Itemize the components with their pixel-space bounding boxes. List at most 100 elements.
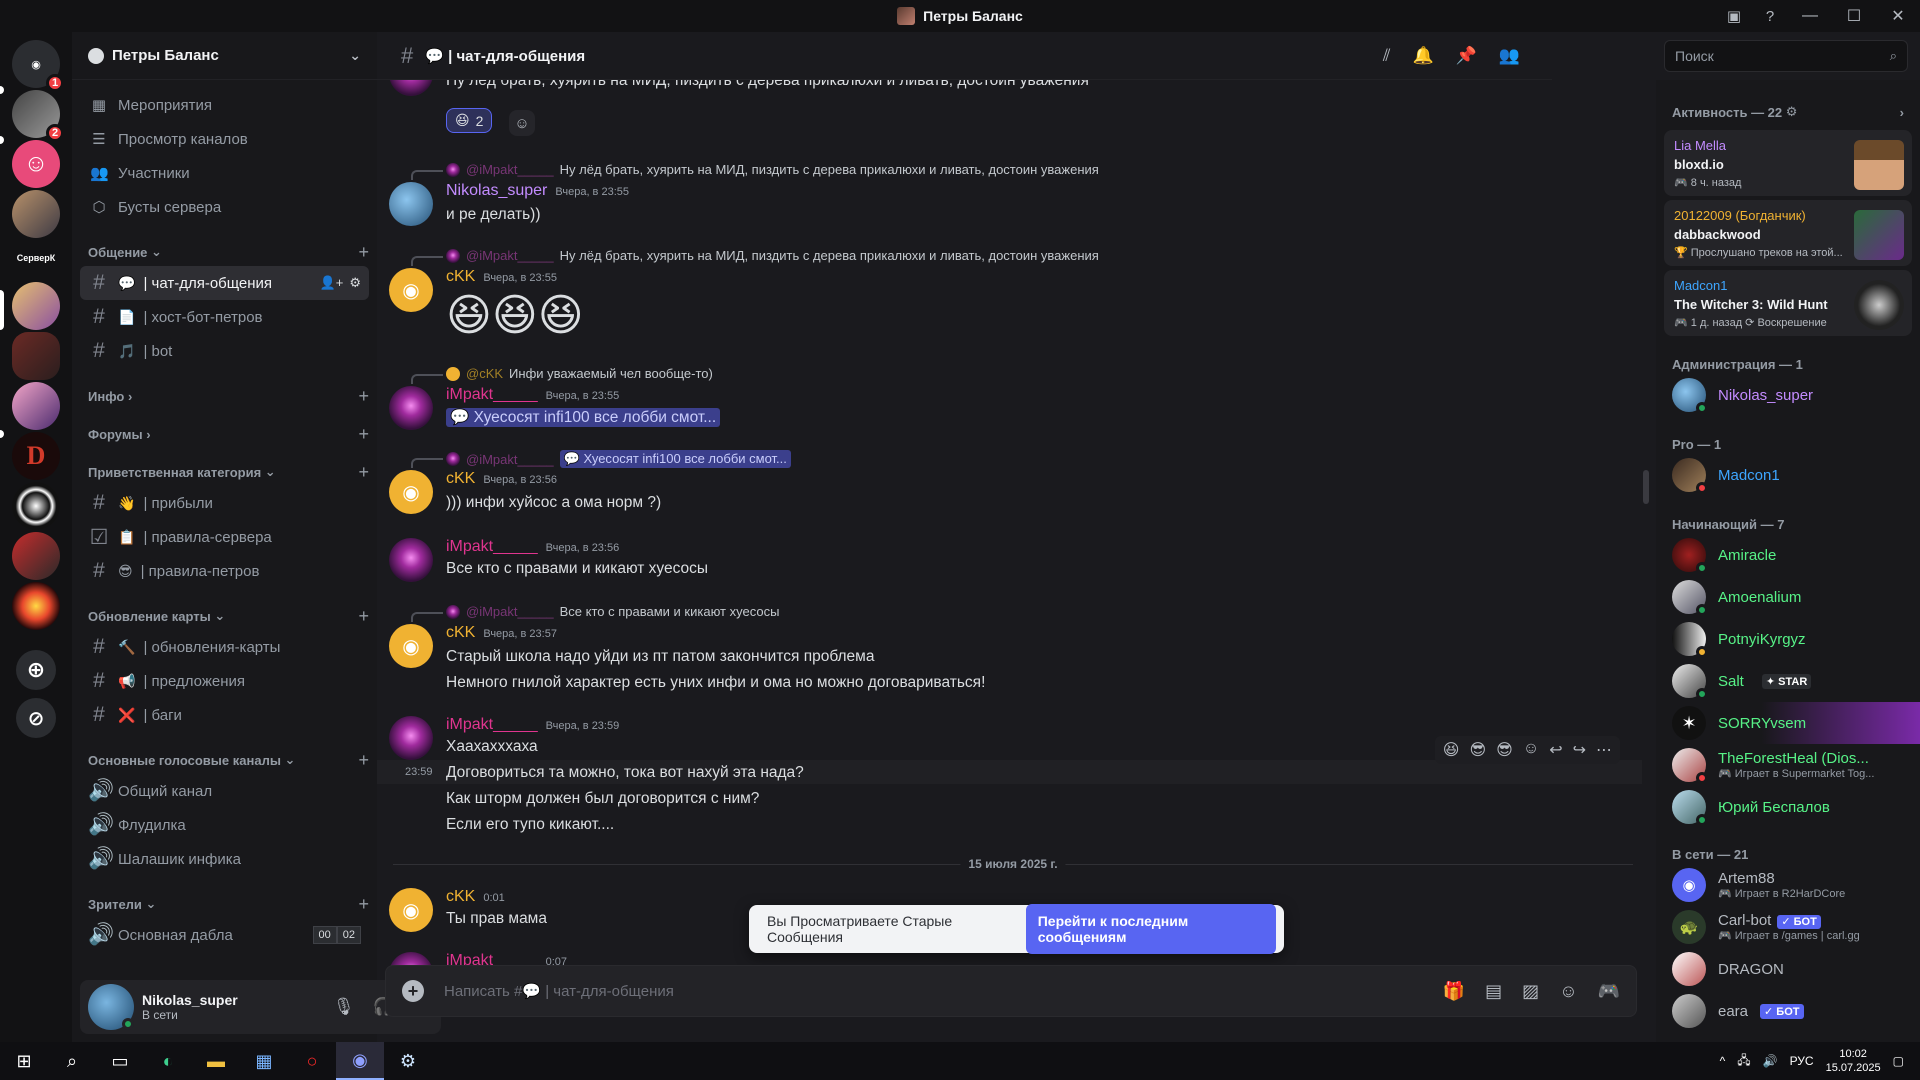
maximize-button[interactable]: ☐ xyxy=(1832,0,1876,32)
chevron-up-icon[interactable]: ^ xyxy=(1720,1054,1726,1068)
forward-icon[interactable]: ↪ xyxy=(1573,740,1586,760)
add-server-icon[interactable]: ⊕ xyxy=(16,650,56,690)
opera-icon[interactable]: ○ xyxy=(288,1042,336,1080)
explore-icon[interactable]: ⊘ xyxy=(16,698,56,738)
composer-placeholder[interactable]: Написать #💬 | чат-для-общения xyxy=(444,982,674,1000)
server-header[interactable]: Петры Баланс ⌄ xyxy=(72,32,377,80)
task-view-icon[interactable]: ▭ xyxy=(96,1042,144,1080)
avatar[interactable]: ◉ xyxy=(389,624,433,668)
jump-to-present-button[interactable]: Перейти к последним сообщениям xyxy=(1025,904,1276,954)
invite-icon[interactable]: 👤+ xyxy=(320,275,344,291)
member-list-icon[interactable]: 👥 xyxy=(1499,46,1520,66)
avatar[interactable]: ◉ xyxy=(389,470,433,514)
attach-plus-icon[interactable]: + xyxy=(402,980,424,1002)
bell-icon[interactable]: 🔔 xyxy=(1412,46,1433,66)
reply-preview[interactable]: @iMpakt_____ 💬 Хуесосят infi100 все лобби… xyxy=(446,450,791,468)
member-item[interactable]: TheForestHeal (Dios... 🎮 Играет в Superma… xyxy=(1656,744,1920,786)
server-icon[interactable]: ☺ xyxy=(12,140,60,188)
store-icon[interactable]: ▦ xyxy=(240,1042,288,1080)
server-icon[interactable] xyxy=(12,582,60,630)
server-icon[interactable]: 2 xyxy=(12,90,64,142)
search-input[interactable]: Поиск ⌕ xyxy=(1664,40,1908,72)
add-channel-icon[interactable]: + xyxy=(358,424,369,445)
channel-suggestions[interactable]: # 📢 | предложения xyxy=(80,664,369,698)
category-viewers[interactable]: Зрители ⌄ + xyxy=(88,894,369,914)
category-welcome[interactable]: Приветственная категория ⌄ + xyxy=(88,462,369,482)
add-channel-icon[interactable]: + xyxy=(358,462,369,483)
channel-chat[interactable]: # 💬 | чат-для-общения 👤+ ⚙ xyxy=(80,266,369,300)
add-reaction-icon[interactable]: ☺ xyxy=(509,110,535,136)
sticker-icon[interactable]: ▨ xyxy=(1522,981,1539,1002)
scrollbar-thumb[interactable] xyxy=(1643,470,1649,504)
channel-link[interactable]: 💬 Хуесосят infi100 все лобби смот... xyxy=(446,408,721,427)
gear-icon[interactable]: ⚙ xyxy=(349,275,361,291)
member-item[interactable]: eara ✓ БОТ xyxy=(1656,990,1920,1032)
channel-bugs[interactable]: # ❌ | баги xyxy=(80,698,369,732)
add-channel-icon[interactable]: + xyxy=(358,386,369,407)
avatar[interactable] xyxy=(389,80,433,96)
clock[interactable]: 10:02 15.07.2025 xyxy=(1826,1047,1881,1076)
nav-events[interactable]: ▦ Мероприятия xyxy=(80,88,369,122)
server-icon[interactable] xyxy=(12,382,60,430)
channel-arrived[interactable]: # 👋 | прибыли xyxy=(80,486,369,520)
network-icon[interactable]: 🖧 xyxy=(1737,1051,1750,1072)
voice-channel-general[interactable]: 🔊 Общий канал xyxy=(80,774,369,808)
edge-icon[interactable]: ◐ xyxy=(144,1042,192,1080)
avatar[interactable]: ◉ xyxy=(389,888,433,932)
author-name[interactable]: iMpakt_____ xyxy=(446,386,538,404)
member-item[interactable]: Madcon1 xyxy=(1656,454,1920,496)
reaction-cool-icon[interactable]: 😎 xyxy=(1469,740,1486,760)
member-item[interactable]: Amiracle xyxy=(1656,534,1920,576)
search-icon[interactable]: ⌕ xyxy=(48,1042,96,1080)
avatar[interactable] xyxy=(88,984,134,1030)
message-composer[interactable]: + Написать #💬 | чат-для-общения 🎁 ▤ ▨ ☺ … xyxy=(385,965,1637,1017)
channel-rulesp[interactable]: # 😎 | правила-петров xyxy=(80,554,369,588)
member-item[interactable]: Nikolas_super xyxy=(1656,374,1920,416)
activity-card[interactable]: Madcon1 The Witcher 3: Wild Hunt 🎮 1 д. … xyxy=(1664,270,1912,336)
add-channel-icon[interactable]: + xyxy=(358,606,369,627)
start-icon[interactable]: ⊞ xyxy=(0,1042,48,1080)
member-item[interactable]: Salt ✦ STAR xyxy=(1656,660,1920,702)
chevron-right-icon[interactable]: › xyxy=(1900,105,1904,120)
microphone-icon[interactable]: 🎙 xyxy=(333,997,355,1017)
server-icon-active[interactable] xyxy=(12,332,60,380)
author-name[interactable]: cKK xyxy=(446,470,475,488)
channel-host[interactable]: # 📄 | хост-бот-петров xyxy=(80,300,369,334)
category-obsch[interactable]: Общение ⌄ + xyxy=(88,242,369,262)
language-indicator[interactable]: РУС xyxy=(1790,1054,1814,1068)
author-name[interactable]: cKK xyxy=(446,888,475,906)
server-icon[interactable] xyxy=(12,482,60,530)
server-icon[interactable]: D xyxy=(12,432,60,480)
author-name[interactable]: cKK xyxy=(446,624,475,642)
pin-icon[interactable]: 📌 xyxy=(1456,46,1477,66)
add-channel-icon[interactable]: + xyxy=(358,242,369,263)
member-item[interactable]: ◉ Artem88 🎮 Играет в R2HarDCore xyxy=(1656,864,1920,906)
inbox-icon[interactable]: ▣ xyxy=(1716,0,1752,32)
channel-bot[interactable]: # 🎵 | bot xyxy=(80,334,369,368)
server-icon[interactable] xyxy=(12,532,60,580)
avatar[interactable] xyxy=(389,386,433,430)
reply-preview[interactable]: @iMpakt_____ Ну лёд брать, хуярить на МИД… xyxy=(446,248,1099,263)
nav-members[interactable]: 👥 Участники xyxy=(80,156,369,190)
emoji-icon[interactable]: ☺ xyxy=(1559,981,1577,1002)
notifications-icon[interactable]: ▢ xyxy=(1893,1054,1904,1068)
member-item[interactable]: Amoenalium xyxy=(1656,576,1920,618)
member-item[interactable]: 🐢 Carl-bot ✓ БОТ 🎮 Играет в /games | carl.g… xyxy=(1656,906,1920,948)
member-item[interactable]: Юрий Беспалов xyxy=(1656,786,1920,828)
voice-channel-flood[interactable]: 🔊 Флудилка xyxy=(80,808,369,842)
voice-channel-main[interactable]: 🔊 Основная дабла 00 02 xyxy=(80,918,369,952)
server-icon[interactable] xyxy=(12,282,60,330)
home-button[interactable]: ◉ 1 xyxy=(12,40,64,92)
add-channel-icon[interactable]: + xyxy=(358,894,369,915)
category-info[interactable]: Инфо › + xyxy=(88,386,369,406)
member-item[interactable]: DRAGON xyxy=(1656,948,1920,990)
more-icon[interactable]: ⋯ xyxy=(1596,740,1612,760)
channel-updates[interactable]: # 🔨 | обновления-карты xyxy=(80,630,369,664)
avatar[interactable] xyxy=(389,716,433,760)
help-icon[interactable]: ? xyxy=(1752,0,1788,32)
reaction-laugh-icon[interactable]: 😆 xyxy=(1443,740,1460,760)
add-reaction-icon[interactable]: ☺ xyxy=(1523,740,1539,760)
steam-icon[interactable]: ⚙ xyxy=(384,1042,432,1080)
gift-icon[interactable]: 🎁 xyxy=(1443,981,1465,1002)
author-name[interactable]: iMpakt_____ xyxy=(446,716,538,734)
